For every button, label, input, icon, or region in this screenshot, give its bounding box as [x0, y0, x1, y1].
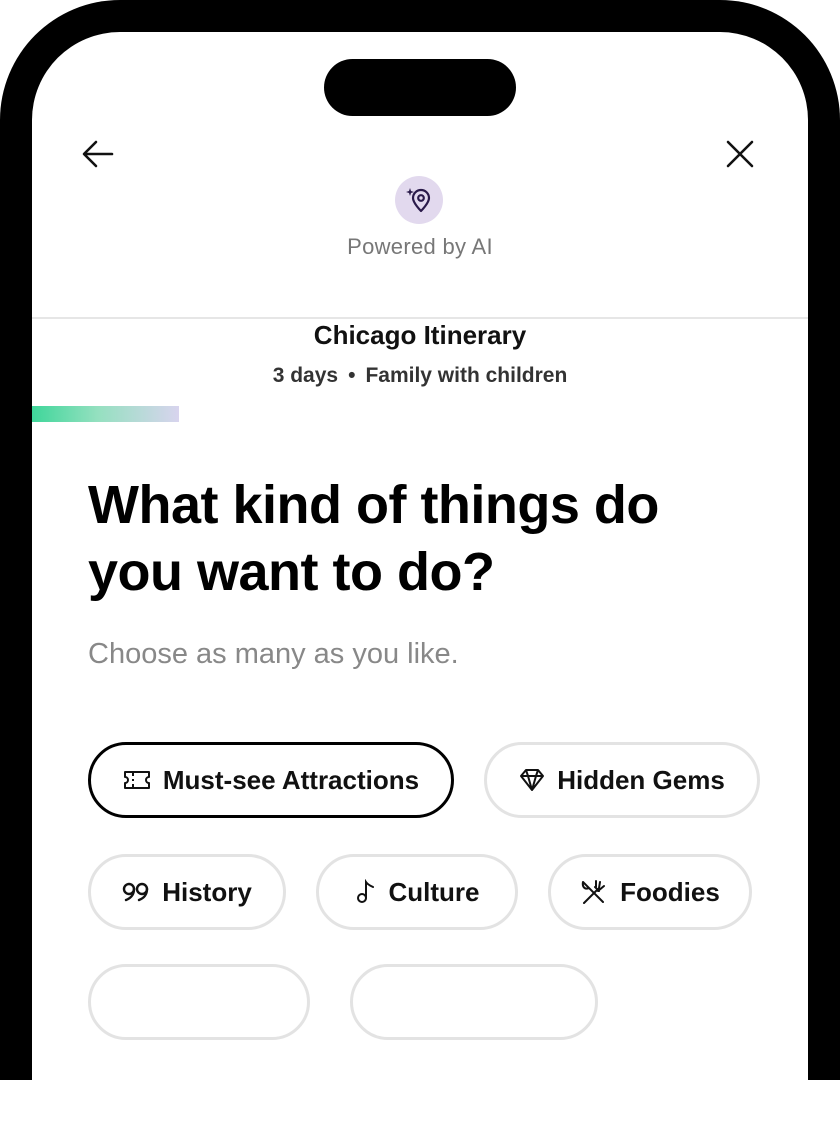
- utensils-icon: [581, 880, 606, 904]
- progress-fill: [32, 406, 180, 422]
- arrow-left-icon: [82, 140, 114, 168]
- trip-duration: 3 days: [272, 364, 339, 387]
- chip-label: Foodies: [620, 876, 720, 907]
- close-icon: [726, 140, 754, 168]
- back-button[interactable]: [76, 132, 120, 176]
- close-button[interactable]: [718, 132, 762, 176]
- diamond-icon: [520, 769, 545, 791]
- ai-badge: [395, 176, 443, 224]
- question-subtitle: Choose as many as you like.: [88, 638, 459, 670]
- trip-meta: 3 days • Family with children: [32, 364, 808, 388]
- chip-label: Hidden Gems: [557, 764, 725, 795]
- option-chip-culture[interactable]: Culture: [316, 854, 518, 930]
- option-chip-partial[interactable]: [88, 964, 310, 1040]
- meta-separator: •: [348, 364, 356, 387]
- option-chip-history[interactable]: History: [88, 854, 286, 930]
- ticket-icon: [123, 771, 150, 789]
- trip-group: Family with children: [365, 364, 568, 387]
- option-chip-foodies[interactable]: Foodies: [548, 854, 752, 930]
- app-screen: Powered by AI Chicago Itinerary 3 days • F…: [32, 32, 808, 1132]
- option-chip-hidden-gems[interactable]: Hidden Gems: [484, 742, 760, 818]
- chip-label: Must-see Attractions: [162, 764, 420, 795]
- option-chip-partial[interactable]: [350, 964, 598, 1040]
- header-divider: [32, 317, 808, 319]
- phone-frame: Powered by AI Chicago Itinerary 3 days • F…: [0, 0, 840, 1132]
- powered-by-label: Powered by AI: [347, 234, 493, 259]
- question-title: What kind of things do you want to do?: [88, 475, 659, 602]
- option-chip-must-see-attractions[interactable]: Must-see Attractions: [88, 742, 454, 818]
- dynamic-island: [324, 59, 516, 116]
- quote-icon: [123, 882, 149, 902]
- music-note-icon: [356, 879, 374, 903]
- chip-label: Culture: [388, 876, 480, 907]
- trip-title: Chicago Itinerary: [313, 320, 527, 350]
- progress-bar: [32, 406, 808, 422]
- sparkle-location-pin-icon: [406, 188, 431, 213]
- chip-label: History: [162, 876, 252, 907]
